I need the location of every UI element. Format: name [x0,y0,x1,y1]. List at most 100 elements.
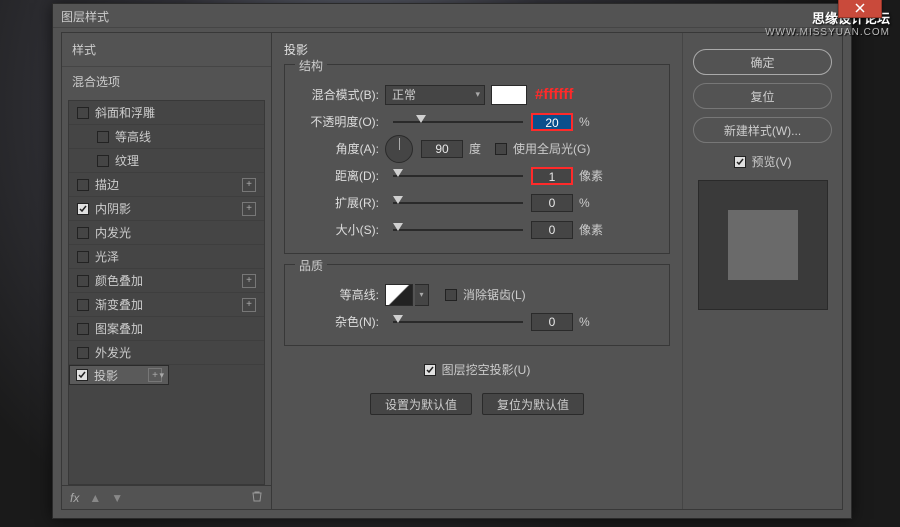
style-checkbox[interactable] [77,107,89,119]
style-label: 外发光 [95,344,131,361]
size-input[interactable]: 0 [531,221,573,239]
style-checkbox[interactable] [77,203,89,215]
style-item-9[interactable]: 图案叠加 [69,317,264,341]
main-panel: 投影 结构 混合模式(B): 正常 #ffffff 不透明度(O): 20 % … [272,33,682,509]
make-default-button[interactable]: 设置为默认值 [370,393,472,415]
add-instance-icon[interactable]: + [148,368,162,382]
spread-label: 扩展(R): [295,194,385,211]
style-checkbox[interactable] [77,323,89,335]
style-label: 内阴影 [95,200,131,217]
sidebar-heading: 样式 [62,33,271,66]
angle-label: 角度(A): [295,140,385,157]
add-instance-icon[interactable]: + [242,274,256,288]
window-close-button[interactable] [838,0,882,18]
style-label: 纹理 [115,152,139,169]
style-label: 渐变叠加 [95,296,143,313]
arrow-down-icon[interactable]: ▼ [111,491,123,505]
style-label: 斜面和浮雕 [95,104,155,121]
style-checkbox[interactable] [97,131,109,143]
style-item-4[interactable]: 内阴影 + [69,197,264,221]
opacity-input[interactable]: 20 [531,113,573,131]
dialog-buttons: 确定 复位 新建样式(W)... 预览(V) [682,33,842,509]
distance-input[interactable]: 1 [531,167,573,185]
blend-mode-select[interactable]: 正常 [385,85,485,105]
style-item-1[interactable]: 等高线 [69,125,264,149]
reset-default-button[interactable]: 复位为默认值 [482,393,584,415]
structure-legend: 结构 [295,57,327,74]
size-slider[interactable] [393,223,523,237]
sidebar-subheading[interactable]: 混合选项 [62,66,271,96]
style-label: 颜色叠加 [95,272,143,289]
size-label: 大小(S): [295,221,385,238]
arrow-up-icon[interactable]: ▲ [89,491,101,505]
style-item-2[interactable]: 纹理 [69,149,264,173]
contour-dropdown-icon[interactable]: ▾ [415,284,429,306]
style-item-0[interactable]: 斜面和浮雕 [69,101,264,125]
style-checkbox[interactable] [77,251,89,263]
preview-box [698,180,828,310]
opacity-slider[interactable] [393,115,523,129]
contour-picker[interactable] [385,284,413,306]
style-label: 内发光 [95,224,131,241]
preview-checkbox[interactable] [734,156,746,168]
style-item-3[interactable]: 描边 + [69,173,264,197]
style-checkbox[interactable] [76,369,88,381]
blend-mode-label: 混合模式(B): [295,86,385,103]
noise-label: 杂色(N): [295,313,385,330]
opacity-unit: % [579,115,590,129]
quality-group: 品质 等高线: ▾ 消除锯齿(L) 杂色(N): 0 % [284,264,670,346]
spread-slider[interactable] [393,196,523,210]
noise-input[interactable]: 0 [531,313,573,331]
style-label: 描边 [95,176,119,193]
spread-input[interactable]: 0 [531,194,573,212]
new-style-button[interactable]: 新建样式(W)... [693,117,832,143]
style-item-8[interactable]: 渐变叠加 + [69,293,264,317]
size-unit: 像素 [579,221,603,238]
contour-label: 等高线: [295,286,385,303]
angle-unit: 度 [469,140,481,157]
knockout-checkbox[interactable] [424,364,436,376]
dialog-title: 图层样式 [61,10,109,24]
style-item-7[interactable]: 颜色叠加 + [69,269,264,293]
hex-annotation: #ffffff [535,86,573,103]
antialias-checkbox[interactable] [445,289,457,301]
style-checkbox[interactable] [97,155,109,167]
angle-input[interactable]: 90 [421,140,463,158]
preview-label: 预览(V) [752,153,792,170]
spread-unit: % [579,196,590,210]
quality-legend: 品质 [295,257,327,274]
style-label: 光泽 [95,248,119,265]
trash-icon[interactable] [251,490,263,505]
add-instance-icon[interactable]: + [242,298,256,312]
knockout-label: 图层挖空投影(U) [442,361,531,378]
global-light-label: 使用全局光(G) [513,140,590,157]
style-item-10[interactable]: 外发光 [69,341,264,365]
distance-unit: 像素 [579,167,603,184]
add-instance-icon[interactable]: + [242,202,256,216]
distance-slider[interactable] [393,169,523,183]
style-checkbox[interactable] [77,275,89,287]
distance-label: 距离(D): [295,167,385,184]
style-checkbox[interactable] [77,347,89,359]
style-label: 图案叠加 [95,320,143,337]
fx-icon[interactable]: fx [70,491,79,505]
style-label: 投影 [94,367,118,384]
antialias-label: 消除锯齿(L) [463,286,526,303]
style-checkbox[interactable] [77,179,89,191]
style-checkbox[interactable] [77,299,89,311]
shadow-color-swatch[interactable] [491,85,527,105]
layer-style-dialog: 图层样式 样式 混合选项 斜面和浮雕等高线纹理描边 + 内阴影 + 内发光光泽颜色叠加 +… [52,3,852,519]
style-label: 等高线 [115,128,151,145]
style-checkbox[interactable] [77,227,89,239]
style-item-11[interactable]: 投影 + [69,365,169,385]
noise-slider[interactable] [393,315,523,329]
ok-button[interactable]: 确定 [693,49,832,75]
noise-unit: % [579,315,590,329]
style-item-5[interactable]: 内发光 [69,221,264,245]
style-item-6[interactable]: 光泽 [69,245,264,269]
cancel-button[interactable]: 复位 [693,83,832,109]
add-instance-icon[interactable]: + [242,178,256,192]
global-light-checkbox[interactable] [495,143,507,155]
dialog-titlebar[interactable]: 图层样式 [53,4,851,28]
angle-dial[interactable] [385,135,413,163]
